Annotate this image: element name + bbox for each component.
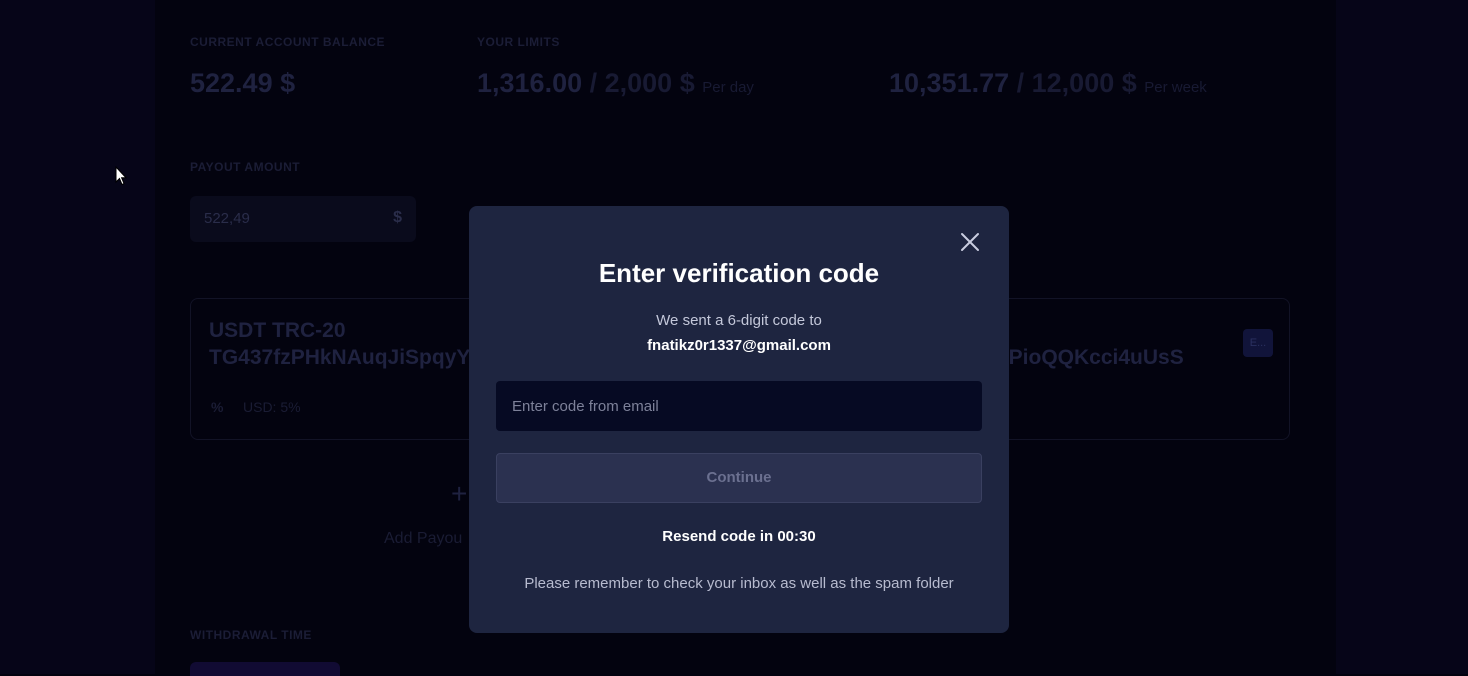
payout-amount-value: 522,49: [204, 210, 250, 227]
close-button[interactable]: [959, 231, 981, 253]
daily-limit-period: Per day: [702, 79, 754, 96]
modal-subtitle: We sent a 6-digit code to: [656, 312, 822, 329]
spam-folder-note: Please remember to check your inbox as w…: [524, 575, 954, 592]
payout-currency: $: [393, 209, 402, 226]
daily-limit-used: 1,316.00: [477, 68, 583, 98]
withdrawal-time-label: WITHDRAWAL TIME: [190, 628, 312, 642]
close-icon: [961, 233, 979, 251]
continue-button[interactable]: Continue: [496, 453, 982, 503]
add-payout-plus-icon[interactable]: +: [451, 478, 467, 510]
card-fee: USD: 5%: [243, 399, 301, 415]
resend-countdown: Resend code in 00:30: [662, 528, 816, 545]
weekly-limit-used: 10,351.77: [889, 68, 1010, 98]
mouse-cursor-icon: [115, 165, 128, 191]
modal-title: Enter verification code: [598, 258, 880, 288]
balance-label: CURRENT ACCOUNT BALANCE: [190, 35, 386, 49]
daily-limit-total: / 2,000 $: [589, 68, 695, 98]
background-left-margin: [0, 0, 155, 674]
card-address-end: sPioQQKcci4uUsS: [997, 346, 1184, 369]
limits-label: YOUR LIMITS: [477, 35, 560, 49]
weekly-limit: 10,351.77 / 12,000 $ Per week: [889, 68, 1207, 99]
card-address-start: TG437fzPHkNAuqJiSpqyY: [209, 346, 471, 369]
fee-icon: %: [211, 399, 224, 415]
weekly-limit-period: Per week: [1144, 79, 1207, 96]
card-network: USDT TRC-20: [209, 319, 346, 342]
weekly-limit-total: / 12,000 $: [1016, 68, 1137, 98]
verification-code-input[interactable]: [496, 381, 982, 431]
payout-amount-label: PAYOUT AMOUNT: [190, 160, 301, 174]
daily-limit: 1,316.00 / 2,000 $ Per day: [477, 68, 754, 99]
add-payout-label[interactable]: Add Payou: [384, 530, 462, 548]
balance-value: 522.49 $: [190, 68, 296, 98]
card-edit-chip[interactable]: E...: [1243, 329, 1273, 357]
background-right-margin: [1336, 0, 1468, 674]
verification-modal: Enter verification code We sent a 6-digi…: [469, 206, 1009, 633]
modal-email: fnatikz0r1337@gmail.com: [647, 337, 831, 354]
payout-amount-input[interactable]: 522,49 $: [190, 196, 416, 242]
